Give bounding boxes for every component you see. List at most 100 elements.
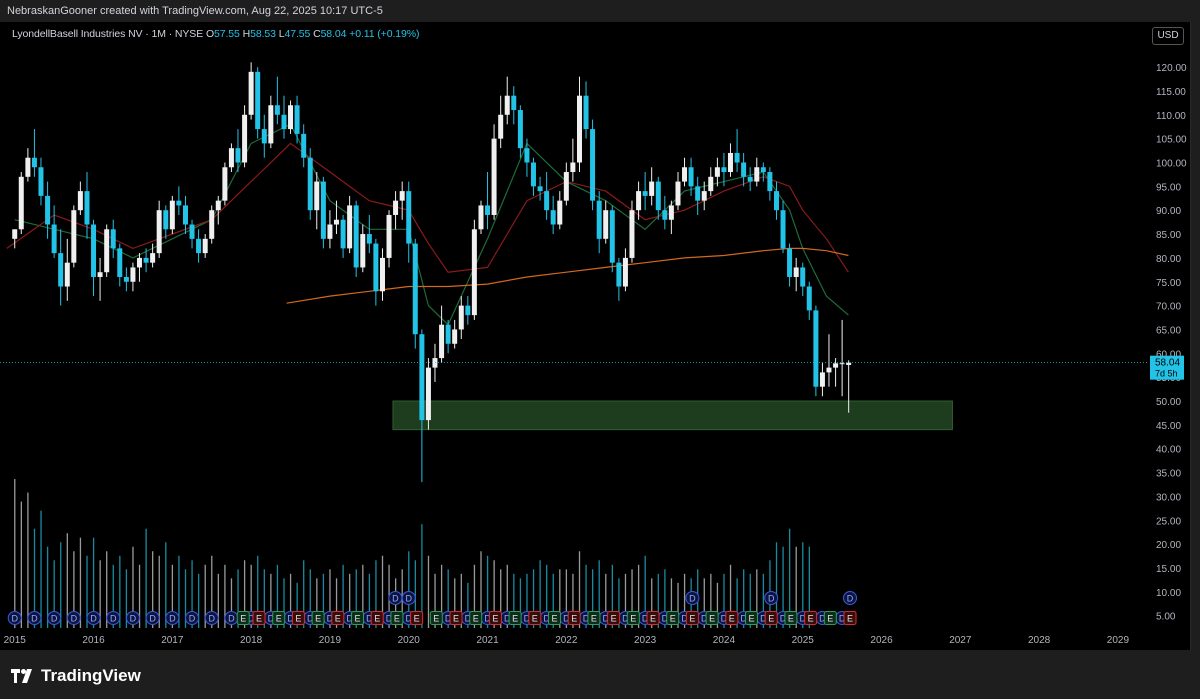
candle-body — [104, 229, 110, 273]
event-letter: D — [405, 594, 412, 604]
event-letter: D — [208, 614, 215, 624]
currency-button[interactable]: USD — [1152, 27, 1184, 45]
close-label: C — [313, 28, 321, 40]
candle-body — [288, 105, 294, 130]
candle-body — [255, 71, 261, 130]
candle-body — [734, 152, 740, 163]
y-tick-label: 35.00 — [1156, 469, 1181, 480]
x-tick-label: 2016 — [82, 635, 105, 646]
event-letter: E — [709, 614, 715, 624]
x-tick-label: 2025 — [792, 635, 815, 646]
countdown-label: 7d 5h — [1155, 369, 1178, 379]
event-letter: D — [149, 614, 156, 624]
candle-body — [688, 167, 694, 187]
support-zone — [392, 400, 953, 431]
event-letter: D — [71, 614, 78, 624]
candle-body — [787, 248, 793, 277]
symbol-name: LyondellBasell Industries NV · 1M · NYSE — [12, 28, 204, 40]
y-tick-label: 25.00 — [1156, 516, 1181, 527]
tradingview-brand[interactable]: TradingView — [11, 666, 141, 686]
x-tick-label: 2027 — [949, 635, 972, 646]
candle-body — [590, 129, 596, 201]
event-letter: E — [689, 614, 695, 624]
candle-body — [622, 257, 628, 287]
candle-body — [235, 148, 241, 163]
candle-body — [662, 210, 668, 220]
candle-body — [333, 219, 339, 225]
candle-body — [64, 262, 70, 287]
y-tick-label: 105.00 — [1156, 135, 1187, 146]
candle-body — [445, 324, 451, 344]
x-tick-label: 2022 — [555, 635, 578, 646]
event-letter: E — [240, 614, 246, 624]
close-value: 58.04 — [320, 28, 347, 40]
y-tick-label: 80.00 — [1156, 254, 1181, 265]
candle-body — [833, 363, 839, 368]
event-letter: E — [433, 614, 439, 624]
candle-body — [603, 210, 609, 239]
event-letter: D — [51, 614, 58, 624]
candle-body — [530, 162, 536, 187]
event-letter: E — [414, 614, 420, 624]
change-value: +0.11 (+0.19%) — [349, 28, 420, 40]
event-letter: E — [492, 614, 498, 624]
footer-bar — [0, 650, 1200, 699]
tradingview-logo-icon — [11, 669, 32, 683]
y-tick-label: 5.00 — [1156, 612, 1176, 623]
candle-body — [136, 257, 142, 268]
candle-body — [360, 234, 366, 268]
event-letter: E — [374, 614, 380, 624]
event-letter: E — [473, 614, 479, 624]
candle-body — [636, 191, 642, 211]
y-tick-label: 100.00 — [1156, 158, 1187, 169]
event-letter: E — [788, 614, 794, 624]
event-letter: E — [611, 614, 617, 624]
event-letter: D — [169, 614, 176, 624]
x-tick-label: 2018 — [240, 635, 263, 646]
candle-body — [386, 214, 392, 258]
candle-body — [471, 229, 477, 316]
event-letter: D — [392, 594, 399, 604]
candle-body — [25, 157, 31, 177]
candle-body — [563, 172, 569, 201]
y-tick-label: 15.00 — [1156, 564, 1181, 575]
candle-body — [38, 167, 44, 196]
event-letter: E — [650, 614, 656, 624]
candle-body — [695, 186, 701, 201]
event-letter: D — [110, 614, 117, 624]
x-tick-label: 2023 — [634, 635, 657, 646]
x-tick-label: 2019 — [319, 635, 342, 646]
candle-body — [242, 114, 248, 163]
candle-body — [478, 205, 484, 230]
candle-body — [754, 167, 760, 182]
candle-body — [649, 181, 655, 196]
volume-bar — [66, 533, 68, 628]
candle-body — [642, 191, 648, 196]
y-tick-label: 110.00 — [1156, 111, 1186, 122]
event-letter: E — [315, 614, 321, 624]
price-chart[interactable]: DDDDDDDDDDDDDDDDDDDDDDDDDDDDDDDDDDDDDDDD… — [0, 0, 1200, 650]
event-letter: E — [670, 614, 676, 624]
candle-body — [806, 286, 812, 311]
y-tick-label: 20.00 — [1156, 540, 1181, 551]
candle-body — [51, 224, 57, 254]
candle-body — [182, 205, 188, 225]
event-letter: D — [689, 594, 696, 604]
volume-bar — [40, 510, 42, 628]
candle-body — [524, 148, 530, 163]
candle-body — [826, 367, 832, 373]
candle-body — [813, 310, 819, 387]
event-letter: E — [355, 614, 361, 624]
candle-body — [143, 257, 149, 263]
candle-body — [550, 210, 556, 225]
event-letter: E — [847, 614, 853, 624]
high-label: H — [242, 28, 251, 40]
y-tick-label: 10.00 — [1156, 588, 1181, 599]
event-letter: D — [847, 594, 854, 604]
candle-body — [222, 167, 228, 201]
candle-body — [281, 114, 287, 130]
candle-body — [150, 253, 156, 263]
candle-body — [314, 181, 320, 211]
x-tick-label: 2024 — [713, 635, 736, 646]
event-letter: E — [295, 614, 301, 624]
